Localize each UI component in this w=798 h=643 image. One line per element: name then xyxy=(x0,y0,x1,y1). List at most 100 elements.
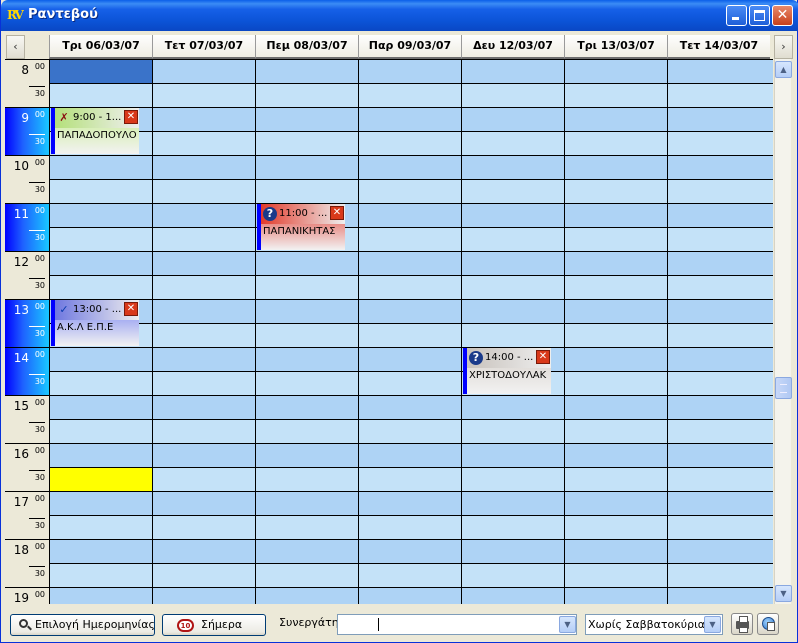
time-slot[interactable] xyxy=(667,539,773,563)
time-slot[interactable] xyxy=(564,299,667,323)
time-slot[interactable] xyxy=(461,515,564,539)
time-slot[interactable] xyxy=(152,467,255,491)
time-slot[interactable] xyxy=(49,443,152,467)
time-slot[interactable] xyxy=(667,395,773,419)
time-slot[interactable] xyxy=(667,227,773,251)
time-slot[interactable] xyxy=(461,251,564,275)
time-slot[interactable] xyxy=(255,179,358,203)
time-slot[interactable] xyxy=(667,59,773,83)
time-slot[interactable] xyxy=(49,275,152,299)
time-slot[interactable] xyxy=(564,323,667,347)
time-slot[interactable] xyxy=(49,491,152,515)
time-slot[interactable] xyxy=(461,155,564,179)
day-header[interactable]: Τρι 06/03/07 xyxy=(49,35,152,59)
time-slot[interactable] xyxy=(152,443,255,467)
time-slot[interactable] xyxy=(152,203,255,227)
time-slot[interactable] xyxy=(564,107,667,131)
time-slot[interactable] xyxy=(152,299,255,323)
time-slot[interactable] xyxy=(358,83,461,107)
time-slot[interactable] xyxy=(461,59,564,83)
appointment-header[interactable]: ✗ 9:00 - 1... ✕ xyxy=(55,108,139,128)
time-slot[interactable] xyxy=(255,419,358,443)
time-slot[interactable] xyxy=(255,395,358,419)
time-slot[interactable] xyxy=(564,155,667,179)
time-slot[interactable] xyxy=(564,83,667,107)
time-slot[interactable] xyxy=(461,491,564,515)
day-header[interactable]: Τετ 07/03/07 xyxy=(152,35,255,59)
time-slot[interactable] xyxy=(49,155,152,179)
vertical-scrollbar[interactable]: ▲ ▼ xyxy=(774,59,792,604)
time-slot[interactable] xyxy=(358,59,461,83)
time-slot[interactable] xyxy=(461,107,564,131)
schedule-grid[interactable]: 8 00 30 9 00 30 10 00 30 11 00 30 12 00 30 13 00 30 14 00 30… xyxy=(5,59,773,604)
time-slot[interactable] xyxy=(667,179,773,203)
maximize-button[interactable] xyxy=(749,5,770,26)
time-slot[interactable] xyxy=(49,539,152,563)
time-slot[interactable] xyxy=(667,515,773,539)
time-slot[interactable] xyxy=(564,467,667,491)
time-slot[interactable] xyxy=(564,59,667,83)
time-slot[interactable] xyxy=(667,155,773,179)
time-slot[interactable] xyxy=(461,419,564,443)
time-slot[interactable] xyxy=(564,371,667,395)
time-slot[interactable] xyxy=(461,563,564,587)
time-slot[interactable] xyxy=(461,539,564,563)
appointment-header[interactable]: ? 14:00 - ... ✕ xyxy=(467,348,551,368)
time-slot[interactable] xyxy=(255,467,358,491)
time-slot[interactable] xyxy=(358,203,461,227)
time-slot[interactable] xyxy=(255,323,358,347)
time-slot[interactable] xyxy=(564,443,667,467)
select-date-button[interactable]: Επιλογή Ημερομηνίας xyxy=(10,614,155,636)
minimize-button[interactable] xyxy=(726,5,747,26)
time-slot[interactable] xyxy=(152,371,255,395)
time-slot[interactable] xyxy=(461,299,564,323)
time-slot[interactable] xyxy=(667,131,773,155)
time-slot[interactable] xyxy=(564,203,667,227)
time-slot[interactable] xyxy=(564,251,667,275)
time-slot[interactable] xyxy=(49,83,152,107)
time-slot[interactable] xyxy=(49,227,152,251)
time-slot[interactable] xyxy=(255,587,358,604)
appointment-header[interactable]: ? 11:00 - ... ✕ xyxy=(261,204,345,224)
weekend-dropdown-button[interactable]: ▼ xyxy=(704,616,721,633)
time-slot[interactable] xyxy=(564,587,667,604)
time-slot[interactable] xyxy=(152,251,255,275)
time-slot[interactable] xyxy=(152,155,255,179)
time-slot[interactable] xyxy=(255,299,358,323)
time-slot[interactable] xyxy=(564,347,667,371)
time-slot[interactable] xyxy=(49,203,152,227)
time-slot[interactable] xyxy=(667,299,773,323)
time-slot[interactable] xyxy=(152,563,255,587)
time-slot[interactable] xyxy=(152,323,255,347)
time-slot[interactable] xyxy=(358,107,461,131)
time-slot[interactable] xyxy=(667,323,773,347)
time-slot[interactable] xyxy=(564,419,667,443)
time-slot[interactable] xyxy=(358,563,461,587)
time-slot[interactable] xyxy=(152,179,255,203)
time-slot[interactable] xyxy=(152,539,255,563)
time-slot[interactable] xyxy=(667,419,773,443)
scroll-down-button[interactable]: ▼ xyxy=(775,585,792,602)
time-slot[interactable] xyxy=(461,323,564,347)
appointment-header[interactable]: ✓ 13:00 - ... ✕ xyxy=(55,300,139,320)
title-bar[interactable]: RV Ραντεβού ✕ xyxy=(1,0,798,31)
appointment[interactable]: ✗ 9:00 - 1... ✕ ΠΑΠΑΔΟΠΟΥΛΟ xyxy=(51,108,139,154)
print-button[interactable] xyxy=(731,613,753,635)
time-slot[interactable] xyxy=(564,515,667,539)
time-slot[interactable] xyxy=(667,443,773,467)
delete-appointment-icon[interactable]: ✕ xyxy=(124,110,138,124)
time-slot[interactable] xyxy=(667,347,773,371)
export-button[interactable] xyxy=(757,613,779,635)
time-slot[interactable] xyxy=(255,155,358,179)
day-header[interactable]: Τρι 13/03/07 xyxy=(564,35,667,59)
time-slot[interactable] xyxy=(461,395,564,419)
time-slot[interactable] xyxy=(461,131,564,155)
time-slot[interactable] xyxy=(358,539,461,563)
time-slot[interactable] xyxy=(358,419,461,443)
time-slot[interactable] xyxy=(667,467,773,491)
time-slot[interactable] xyxy=(49,347,152,371)
time-slot[interactable] xyxy=(461,275,564,299)
time-slot[interactable] xyxy=(255,83,358,107)
time-slot[interactable] xyxy=(461,443,564,467)
time-slot[interactable] xyxy=(358,227,461,251)
